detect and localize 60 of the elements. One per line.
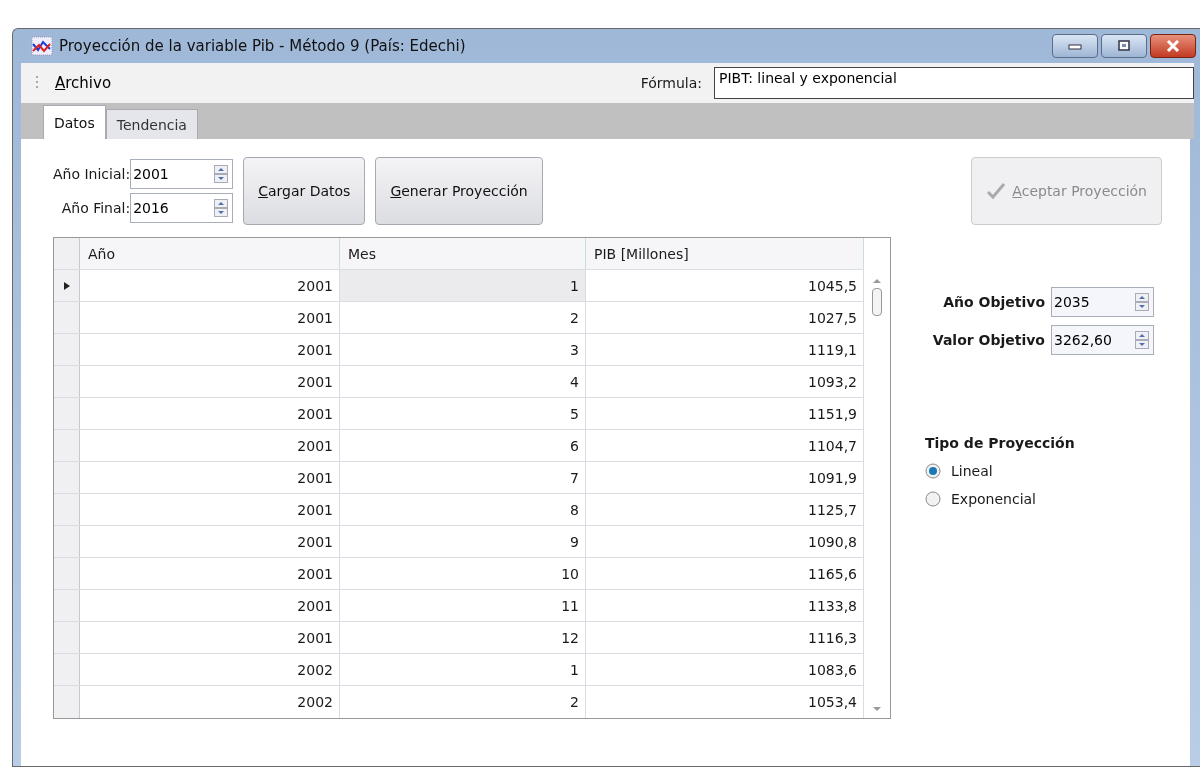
table-cell: 2002	[80, 686, 340, 718]
radio-option[interactable]: Exponencial	[925, 491, 1154, 507]
radio-button[interactable]	[925, 463, 941, 479]
radio-button[interactable]	[925, 491, 941, 507]
field-label: Valor Objetivo	[932, 332, 1045, 348]
table-cell: 2	[340, 686, 586, 718]
line-chart-icon	[31, 36, 53, 56]
field-label: Año Final:	[61, 200, 131, 216]
table-cell: 2001	[80, 494, 340, 525]
field-label: Año Objetivo	[943, 294, 1045, 310]
formula-field[interactable]: PIBT: lineal y exponencial	[714, 67, 1194, 99]
radio-option[interactable]: Lineal	[925, 463, 1154, 479]
minimize-icon	[1068, 42, 1082, 50]
group-title: Tipo de Proyección	[925, 435, 1076, 451]
tab[interactable]: Tendencia	[105, 109, 198, 139]
formula-label: Fórmula:	[640, 75, 702, 91]
table-cell: 2001	[80, 430, 340, 461]
menu-item[interactable]: Archivo	[51, 74, 116, 92]
table-cell: 2001	[80, 462, 340, 493]
column-header[interactable]: Año	[80, 238, 340, 269]
table-cell: 2001	[80, 302, 340, 333]
maximize-icon	[1117, 40, 1131, 52]
tab[interactable]: Datos	[43, 105, 106, 139]
grip-icon	[35, 76, 39, 90]
table-cell: 2001	[80, 590, 340, 621]
table-cell: 2001	[80, 334, 340, 365]
table-cell: 2001	[80, 526, 340, 557]
table-cell: 2002	[80, 654, 340, 685]
table-cell: 2001	[80, 398, 340, 429]
maximize-button[interactable]	[1101, 34, 1147, 58]
field-label: Año Inicial:	[53, 166, 131, 182]
scroll-up-icon	[872, 278, 882, 284]
minimize-button[interactable]	[1052, 34, 1098, 58]
table-cell: 2	[340, 302, 586, 333]
window-title: Proyección de la variable Pib - Método 9 (País: Edechi)	[59, 37, 466, 55]
table-cell: 11	[340, 590, 586, 621]
table-cell: 10	[340, 558, 586, 589]
table-cell: 6	[340, 430, 586, 461]
checkmark-icon	[986, 182, 1007, 200]
table-cell: 9	[340, 526, 586, 557]
scroll-down-icon	[872, 706, 882, 712]
table-cell: 7	[340, 462, 586, 493]
action-button[interactable]: Generar Proyección	[375, 157, 543, 225]
table-cell: 8	[340, 494, 586, 525]
close-icon	[1166, 40, 1180, 52]
action-button[interactable]: Cargar Datos	[243, 157, 366, 225]
table-cell: 1	[340, 270, 586, 301]
table-cell: 4	[340, 366, 586, 397]
current-row-icon	[63, 281, 70, 290]
row-indicator[interactable]	[54, 270, 80, 301]
column-header[interactable]: Mes	[340, 238, 586, 269]
table-cell: 2001	[80, 622, 340, 653]
scroll-thumb[interactable]	[872, 288, 882, 316]
table-cell: 2001	[80, 558, 340, 589]
table-cell: 1	[340, 654, 586, 685]
table-cell: 2001	[80, 366, 340, 397]
table-cell: 3	[340, 334, 586, 365]
table-cell: 12	[340, 622, 586, 653]
table-cell: 5	[340, 398, 586, 429]
close-button[interactable]	[1150, 34, 1196, 58]
